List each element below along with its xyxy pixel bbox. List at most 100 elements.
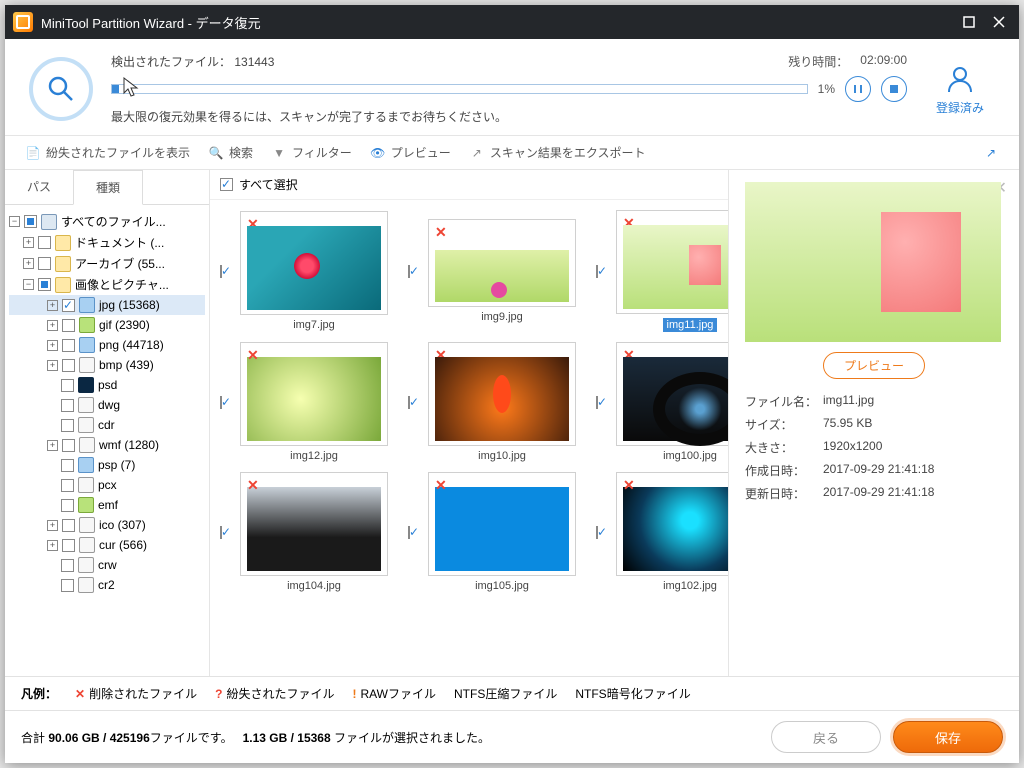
- thumbnail-item[interactable]: ✕img100.jpg: [616, 342, 728, 462]
- tree-item[interactable]: cdr: [98, 418, 115, 432]
- checkbox[interactable]: [61, 379, 74, 392]
- close-button[interactable]: [987, 10, 1011, 34]
- tree-item[interactable]: jpg (15368): [99, 298, 160, 312]
- checkbox[interactable]: [62, 339, 75, 352]
- scan-status-panel: 検出されたファイル： 131443 残り時間：02:09:00 1% 最大限の復…: [5, 39, 1019, 136]
- checkbox[interactable]: [61, 559, 74, 572]
- preview-button[interactable]: 👁プレビュー: [370, 144, 451, 161]
- checkbox[interactable]: [38, 278, 51, 291]
- thumbnail-item[interactable]: ✕img7.jpg: [240, 211, 388, 331]
- expand-toggle[interactable]: −: [9, 216, 20, 227]
- tree-item[interactable]: cr2: [98, 578, 115, 592]
- tree-item[interactable]: ico (307): [99, 518, 146, 532]
- preview-panel: ✕ プレビュー ファイル名：img11.jpg サイズ：75.95 KB 大きさ…: [729, 170, 1019, 676]
- meta-value: 1920x1200: [823, 439, 1003, 456]
- expand-toggle[interactable]: +: [47, 540, 58, 551]
- tree-item[interactable]: bmp (439): [99, 358, 154, 372]
- export-button[interactable]: ↗スキャン結果をエクスポート: [469, 144, 646, 161]
- expand-toggle[interactable]: +: [47, 360, 58, 371]
- found-files-count: 131443: [234, 55, 274, 69]
- checkbox[interactable]: [61, 399, 74, 412]
- tree-item[interactable]: dwg: [98, 398, 120, 412]
- expand-toggle[interactable]: +: [23, 237, 34, 248]
- tab-path[interactable]: パス: [5, 170, 73, 204]
- tab-type[interactable]: 種類: [73, 170, 143, 205]
- expand-toggle[interactable]: +: [23, 258, 34, 269]
- checkbox[interactable]: [38, 236, 51, 249]
- row-checkbox[interactable]: [408, 396, 410, 409]
- row-checkbox[interactable]: [408, 526, 410, 539]
- thumbnail-item[interactable]: ✕img102.jpg: [616, 472, 728, 592]
- psp-icon: [78, 457, 94, 473]
- checkbox[interactable]: [62, 359, 75, 372]
- filter-button[interactable]: ▼フィルター: [271, 144, 352, 161]
- checkbox[interactable]: [61, 419, 74, 432]
- emf-icon: [78, 497, 94, 513]
- pause-button[interactable]: [845, 76, 871, 102]
- search-button[interactable]: 🔍検索: [208, 144, 253, 161]
- checkbox[interactable]: [38, 257, 51, 270]
- save-button[interactable]: 保存: [893, 721, 1003, 753]
- share-button[interactable]: ↗: [983, 145, 999, 161]
- png-icon: [79, 337, 95, 353]
- row-checkbox[interactable]: [220, 396, 222, 409]
- row-checkbox[interactable]: [220, 526, 222, 539]
- checkbox[interactable]: [62, 539, 75, 552]
- thumbnail-item[interactable]: ✕img105.jpg: [428, 472, 576, 592]
- tree-item[interactable]: psp (7): [98, 458, 135, 472]
- gif-icon: [79, 317, 95, 333]
- tree-item[interactable]: pcx: [98, 478, 117, 492]
- thumbnail-item[interactable]: ✕img10.jpg: [428, 342, 576, 462]
- row-checkbox[interactable]: [596, 526, 598, 539]
- expand-toggle[interactable]: +: [47, 340, 58, 351]
- thumbnail-item[interactable]: ✕img12.jpg: [240, 342, 388, 462]
- checkbox-all[interactable]: [24, 215, 37, 228]
- checkbox[interactable]: [62, 519, 75, 532]
- meta-label: 作成日時：: [745, 462, 823, 479]
- folder-icon: [55, 256, 71, 272]
- row-checkbox[interactable]: [220, 265, 222, 278]
- document-icon: 📄: [25, 145, 41, 161]
- checkbox[interactable]: [62, 439, 75, 452]
- checkbox[interactable]: [61, 479, 74, 492]
- thumbnail-item[interactable]: ✕img11.jpg: [616, 210, 728, 332]
- tree-item[interactable]: crw: [98, 558, 117, 572]
- checkbox[interactable]: [61, 459, 74, 472]
- x-mark-icon: ✕: [75, 687, 85, 701]
- checkbox[interactable]: [61, 579, 74, 592]
- exclamation-icon: !: [352, 687, 356, 701]
- meta-value: 2017-09-29 21:41:18: [823, 462, 1003, 479]
- folder-icon: [55, 277, 71, 293]
- expand-toggle[interactable]: +: [47, 320, 58, 331]
- row-checkbox[interactable]: [596, 265, 598, 278]
- jpg-icon: [79, 297, 95, 313]
- select-all-checkbox[interactable]: [220, 178, 233, 191]
- maximize-button[interactable]: [957, 10, 981, 34]
- checkbox[interactable]: [62, 299, 75, 312]
- back-button[interactable]: 戻る: [771, 721, 881, 753]
- expand-toggle[interactable]: +: [47, 440, 58, 451]
- dwg-icon: [78, 397, 94, 413]
- registered-badge[interactable]: 登録済み: [925, 62, 995, 116]
- tree-item[interactable]: wmf (1280): [99, 438, 159, 452]
- deleted-mark-icon: ✕: [435, 477, 447, 494]
- tree-item[interactable]: cur (566): [99, 538, 147, 552]
- expand-toggle[interactable]: +: [47, 300, 58, 311]
- psd-icon: [78, 377, 94, 393]
- tree-item[interactable]: psd: [98, 378, 117, 392]
- open-preview-button[interactable]: プレビュー: [823, 352, 925, 379]
- tree-item[interactable]: emf: [98, 498, 118, 512]
- checkbox[interactable]: [61, 499, 74, 512]
- thumbnail-item[interactable]: ✕img9.jpg: [428, 219, 576, 323]
- stop-button[interactable]: [881, 76, 907, 102]
- checkbox[interactable]: [62, 319, 75, 332]
- tree-item[interactable]: png (44718): [99, 338, 164, 352]
- meta-label: ファイル名：: [745, 393, 823, 410]
- thumbnail-item[interactable]: ✕img104.jpg: [240, 472, 388, 592]
- expand-toggle[interactable]: +: [47, 520, 58, 531]
- expand-toggle[interactable]: −: [23, 279, 34, 290]
- row-checkbox[interactable]: [408, 265, 410, 278]
- row-checkbox[interactable]: [596, 396, 598, 409]
- show-lost-files-button[interactable]: 📄紛失されたファイルを表示: [25, 144, 190, 161]
- tree-item[interactable]: gif (2390): [99, 318, 150, 332]
